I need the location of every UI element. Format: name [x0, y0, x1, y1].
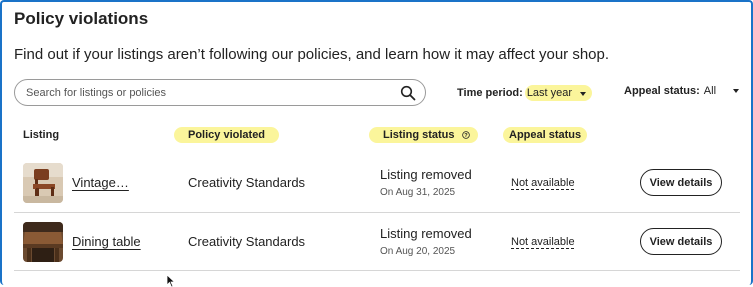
- column-header-appeal: Appeal status: [503, 127, 588, 143]
- chevron-down-icon: [733, 89, 740, 93]
- listing-status: Listing removed: [380, 167, 472, 182]
- view-details-button[interactable]: View details: [640, 169, 722, 196]
- page-description: Find out if your listings aren’t followi…: [14, 46, 610, 63]
- time-period-label: Time period:: [457, 87, 523, 99]
- listing-thumbnail-table[interactable]: [23, 222, 63, 262]
- time-period-filter[interactable]: Time period: Last year: [457, 85, 593, 101]
- appeal-status-filter[interactable]: Appeal status: All: [624, 85, 740, 97]
- search-box[interactable]: [14, 79, 426, 106]
- page-title: Policy violations: [14, 9, 149, 28]
- time-period-value: Last year: [526, 87, 573, 99]
- column-header-listing: Listing: [23, 129, 60, 141]
- policy-violated: Creativity Standards: [188, 175, 306, 190]
- mouse-cursor-icon: [166, 275, 176, 287]
- listing-status-date: On Aug 31, 2025: [380, 187, 456, 198]
- listing-name-link[interactable]: Vintage…: [72, 175, 129, 190]
- listing-thumbnail-chair[interactable]: [23, 163, 63, 203]
- appeal-status-label: Appeal status:: [624, 85, 700, 97]
- listing-status-date: On Aug 20, 2025: [380, 246, 456, 257]
- search-input[interactable]: [24, 85, 398, 100]
- appeal-status-value: All: [703, 85, 717, 97]
- policy-violated: Creativity Standards: [188, 234, 306, 249]
- column-header-status: Listing status ?: [369, 127, 478, 143]
- column-header-policy: Policy violated: [174, 127, 280, 143]
- view-details-button[interactable]: View details: [640, 228, 722, 255]
- row-divider: [14, 270, 740, 271]
- time-period-select[interactable]: Last year: [524, 85, 593, 101]
- appeal-status[interactable]: Not available: [511, 236, 575, 248]
- search-icon[interactable]: [400, 85, 416, 101]
- row-divider: [14, 212, 740, 213]
- help-icon[interactable]: ?: [461, 131, 470, 139]
- listing-status: Listing removed: [380, 226, 472, 241]
- column-header-status-label: Listing status: [383, 129, 455, 141]
- svg-text:?: ?: [464, 133, 468, 139]
- chevron-down-icon: [580, 92, 587, 96]
- listing-name-link[interactable]: Dining table: [72, 234, 141, 249]
- table-row: Dining table Creativity Standards Listin…: [14, 214, 740, 270]
- table-row: Vintage… Creativity Standards Listing re…: [14, 155, 740, 211]
- appeal-status[interactable]: Not available: [511, 177, 575, 189]
